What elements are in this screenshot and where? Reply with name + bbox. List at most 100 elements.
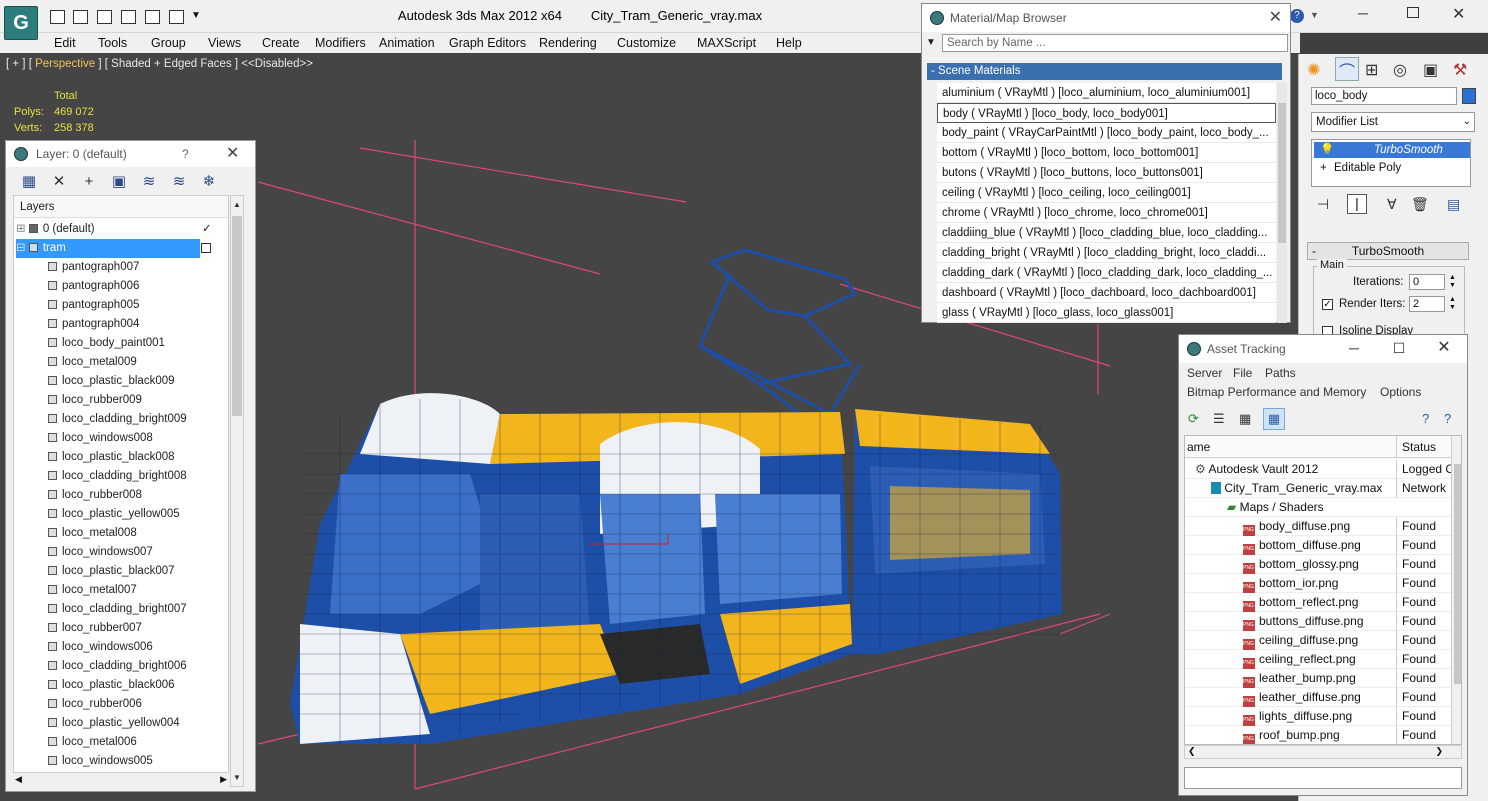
menu-group[interactable]: Group <box>151 36 186 50</box>
asset-tracking-title-bar[interactable]: Asset Tracking ─ ☐ ✕ <box>1179 335 1467 363</box>
list-item[interactable]: loco_plastic_black008 <box>48 448 175 467</box>
list-item[interactable]: loco_plastic_black006 <box>48 676 175 695</box>
redo-icon[interactable] <box>145 10 160 24</box>
table-row[interactable]: PNG leather_diffuse.png Found <box>1185 688 1461 707</box>
layer-tram-checkbox[interactable] <box>201 243 211 253</box>
freeze-all-layers-icon[interactable]: ❄ <box>200 173 218 191</box>
scroll-left-icon[interactable]: ◀ <box>15 774 22 785</box>
layer-panel-title-bar[interactable]: Layer: 0 (default) ? ✕ <box>6 141 255 167</box>
list-item[interactable]: loco_windows007 <box>48 543 153 562</box>
list-item[interactable]: loco_cladding_bright009 <box>48 410 187 429</box>
column-header-name[interactable]: ame <box>1187 436 1210 458</box>
menu-animation[interactable]: Animation <box>379 36 435 50</box>
list-item[interactable]: loco_windows008 <box>48 429 153 448</box>
material-item[interactable]: chrome ( VRayMtl ) [loco_chrome, loco_ch… <box>937 203 1276 223</box>
list-item[interactable]: loco_metal009 <box>48 353 137 372</box>
material-item[interactable]: aluminium ( VRayMtl ) [loco_aluminium, l… <box>937 83 1276 103</box>
scroll-right-icon[interactable]: ❯ <box>1435 746 1443 757</box>
save-file-icon[interactable] <box>97 10 112 24</box>
menu-edit[interactable]: Edit <box>54 36 76 50</box>
material-item[interactable]: body_paint ( VRayCarPaintMtl ) [loco_bod… <box>937 123 1276 143</box>
list-item[interactable]: loco_cladding_bright007 <box>48 600 187 619</box>
menu-views[interactable]: Views <box>208 36 241 50</box>
browser-options-dropdown-icon[interactable]: ▼ <box>926 37 936 48</box>
stack-item-turbosmooth[interactable]: 💡 TurboSmooth <box>1314 142 1470 158</box>
menu-create[interactable]: Create <box>262 36 300 50</box>
asset-menu-server[interactable]: Server <box>1187 366 1222 380</box>
iterations-spinner[interactable]: 0 <box>1409 274 1445 290</box>
material-item[interactable]: dashboard ( VRayMtl ) [loco_dachboard, l… <box>937 283 1276 303</box>
render-iters-spinner-arrows[interactable]: ▲ ▼ <box>1449 296 1456 312</box>
scroll-down-icon[interactable]: ▼ <box>233 773 241 782</box>
material-browser-title-bar[interactable]: Material/Map Browser ✕ <box>922 4 1290 32</box>
menu-graph-editors[interactable]: Graph Editors <box>449 36 526 50</box>
layer-scroll-thumb[interactable] <box>232 216 242 416</box>
viewport-view-name[interactable]: Perspective <box>35 58 95 70</box>
list-item[interactable]: loco_cladding_bright008 <box>48 467 187 486</box>
iterations-spinner-arrows[interactable]: ▲ ▼ <box>1449 274 1456 290</box>
menu-customize[interactable]: Customize <box>617 36 676 50</box>
material-scroll-thumb[interactable] <box>1278 103 1286 243</box>
show-end-result-icon[interactable]: | <box>1347 194 1367 214</box>
layer-row-tram[interactable]: ⊟ tram <box>16 239 200 258</box>
new-file-icon[interactable] <box>50 10 65 24</box>
material-item[interactable]: butons ( VRayMtl ) [loco_buttons, loco_b… <box>937 163 1276 183</box>
table-row[interactable]: ⚙ Autodesk Vault 2012 Logged C <box>1185 460 1461 479</box>
list-item[interactable]: loco_metal006 <box>48 733 137 752</box>
list-item[interactable]: pantograph004 <box>48 315 139 334</box>
context-help-icon[interactable]: ? <box>1444 411 1451 426</box>
create-layer-icon[interactable]: ▦ <box>20 173 38 191</box>
table-row[interactable]: ▰ Maps / Shaders <box>1185 498 1461 517</box>
layer-help-button[interactable]: ? <box>182 141 189 167</box>
project-folder-icon[interactable] <box>169 10 184 24</box>
utilities-tab-icon[interactable]: ⚒ <box>1453 60 1467 80</box>
table-view-icon[interactable]: ▦ <box>1263 408 1285 430</box>
add-to-layer-icon[interactable]: + <box>80 173 98 191</box>
material-list-scrollbar[interactable] <box>1277 83 1287 323</box>
quick-access-dropdown-icon[interactable]: ▼ <box>191 10 201 21</box>
object-name-field[interactable]: loco_body <box>1311 87 1457 105</box>
material-search-input[interactable]: Search by Name ... <box>942 34 1288 52</box>
viewport-label[interactable]: [ + ] [ Perspective ] [ Shaded + Edged F… <box>6 58 313 70</box>
scroll-up-icon[interactable]: ▲ <box>233 200 241 209</box>
asset-menu-bitmap-performance[interactable]: Bitmap Performance and Memory <box>1187 385 1366 399</box>
stack-item-editable-poly[interactable]: + Editable Poly <box>1314 160 1470 176</box>
list-item[interactable]: loco_body_paint001 <box>48 334 165 353</box>
list-item[interactable]: pantograph005 <box>48 296 139 315</box>
help-dropdown-icon[interactable]: ▼ <box>1310 10 1319 20</box>
layer-row-default[interactable]: ⊞ 0 (default) ✓ <box>16 220 212 239</box>
asset-menu-options[interactable]: Options <box>1380 385 1421 399</box>
menu-tools[interactable]: Tools <box>98 36 127 50</box>
motion-tab-icon[interactable]: ◎ <box>1393 60 1407 80</box>
table-row[interactable]: PNG ceiling_reflect.png Found <box>1185 650 1461 669</box>
list-item[interactable]: loco_rubber007 <box>48 619 142 638</box>
asset-horizontal-scrollbar[interactable]: ❮ ❯ <box>1184 745 1462 759</box>
material-item[interactable]: claddiing_blue ( VRayMtl ) [loco_claddin… <box>937 223 1276 243</box>
configure-sets-icon[interactable]: ▤ <box>1447 196 1460 213</box>
list-item[interactable]: loco_plastic_black007 <box>48 562 175 581</box>
expand-icon[interactable]: + <box>1320 160 1327 176</box>
list-view-icon[interactable]: ☰ <box>1213 411 1225 427</box>
hide-all-layers-icon[interactable]: ≋ <box>170 173 188 191</box>
table-row[interactable]: PNG body_diffuse.png Found <box>1185 517 1461 536</box>
object-color-swatch[interactable] <box>1462 88 1476 104</box>
material-item[interactable]: glass ( VRayMtl ) [loco_glass, loco_glas… <box>937 303 1276 323</box>
material-item[interactable]: cladding_bright ( VRayMtl ) [loco_claddi… <box>937 243 1276 263</box>
open-file-icon[interactable] <box>73 10 88 24</box>
table-row[interactable]: PNG bottom_diffuse.png Found <box>1185 536 1461 555</box>
highlight-layer-icon[interactable]: ≋ <box>140 173 158 191</box>
menu-rendering[interactable]: Rendering <box>539 36 597 50</box>
collapse-icon[interactable]: - <box>1312 243 1316 259</box>
modifier-list-dropdown[interactable]: Modifier List ⌄ <box>1311 112 1475 132</box>
menu-maxscript[interactable]: MAXScript <box>697 36 756 50</box>
table-row[interactable]: PNG buttons_diffuse.png Found <box>1185 612 1461 631</box>
scroll-right-icon[interactable]: ▶ <box>220 774 227 785</box>
list-item[interactable]: loco_rubber008 <box>48 486 142 505</box>
create-tab-icon[interactable]: ✺ <box>1307 60 1327 80</box>
asset-vertical-scrollbar[interactable] <box>1451 436 1461 744</box>
remove-modifier-icon[interactable]: 🗑 <box>1411 196 1429 213</box>
list-item[interactable]: loco_metal007 <box>48 581 137 600</box>
asset-scroll-thumb[interactable] <box>1454 464 1461 684</box>
select-objects-icon[interactable]: ▣ <box>110 173 128 191</box>
make-unique-icon[interactable]: ∀ <box>1387 196 1397 213</box>
